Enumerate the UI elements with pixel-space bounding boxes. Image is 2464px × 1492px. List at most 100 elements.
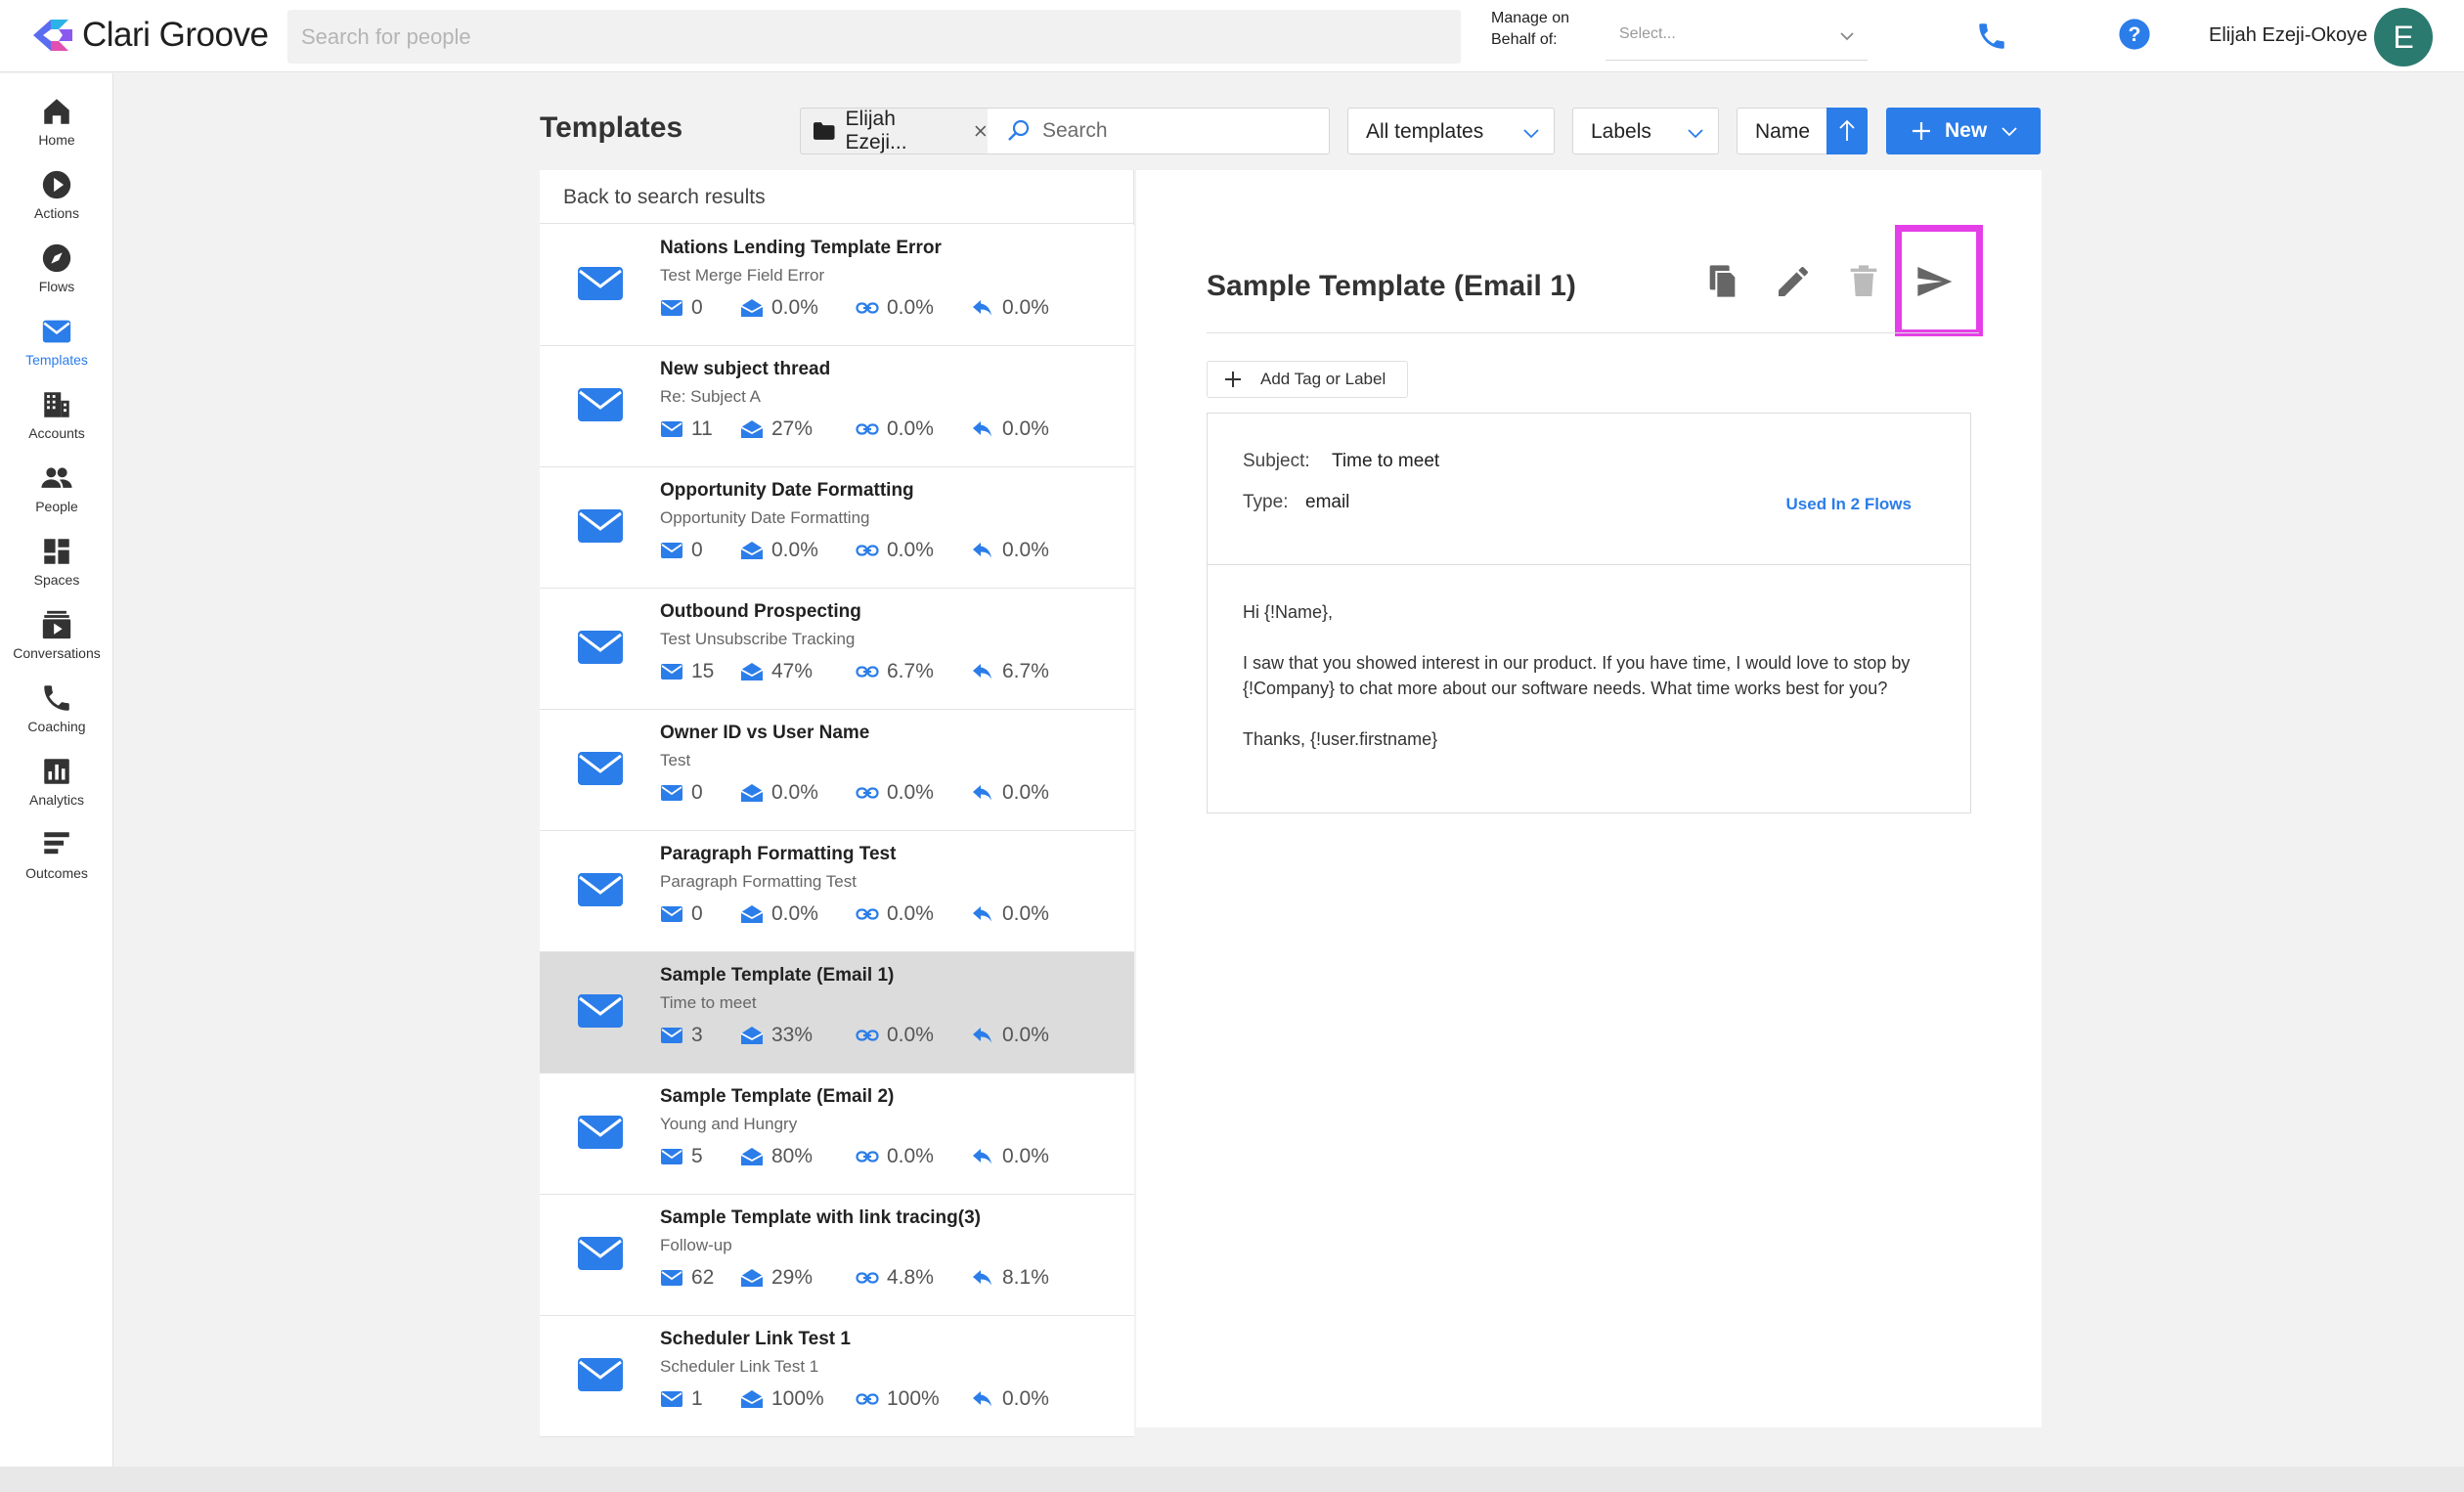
open-rate: 0.0%: [771, 539, 818, 561]
template-search-input[interactable]: [988, 108, 1330, 154]
click-rate: 0.0%: [887, 781, 934, 804]
envelope-icon: [578, 1116, 623, 1149]
link-icon: [856, 423, 879, 435]
reply-rate: 0.0%: [1002, 1387, 1049, 1410]
sidebar-item-coaching[interactable]: Coaching: [0, 681, 113, 734]
envelope-icon: [578, 994, 623, 1028]
edit-icon[interactable]: [1774, 262, 1813, 301]
open-rate: 0.0%: [771, 296, 818, 319]
open-rate: 0.0%: [771, 902, 818, 925]
all-templates-dropdown[interactable]: All templates: [1347, 108, 1555, 154]
user-name[interactable]: Elijah Ezeji-Okoye: [2209, 24, 2367, 47]
folder-filter-chip[interactable]: Elijah Ezeji...: [800, 108, 988, 154]
sent-count: 0: [691, 296, 703, 319]
template-row[interactable]: Sample Template (Email 2) Young and Hung…: [540, 1074, 1134, 1195]
reply-icon: [973, 1270, 991, 1286]
app-logo[interactable]: Clari Groove: [29, 16, 269, 55]
people-search-input[interactable]: [287, 10, 1461, 64]
open-stat: 47%: [740, 660, 813, 683]
reply-icon: [973, 664, 991, 680]
sent-mail-icon: [661, 1270, 682, 1286]
add-tag-button[interactable]: Add Tag or Label: [1207, 361, 1408, 398]
sidebar-item-accounts[interactable]: Accounts: [0, 388, 113, 441]
labels-label: Labels: [1591, 120, 1651, 143]
help-icon[interactable]: ?: [2118, 18, 2151, 51]
reply-icon: [973, 300, 991, 316]
template-stats: 0 0.0% 0.0% 0.0%: [660, 539, 1129, 564]
click-rate: 0.0%: [887, 296, 934, 319]
sent-mail-icon: [661, 785, 682, 801]
sidebar-item-templates[interactable]: Templates: [0, 315, 113, 368]
template-name: Sample Template (Email 2): [660, 1086, 895, 1107]
link-icon: [856, 545, 879, 556]
sidebar-item-home[interactable]: Home: [0, 95, 113, 148]
sidebar-item-actions[interactable]: Actions: [0, 168, 113, 221]
template-row[interactable]: Owner ID vs User Name Test 0 0.0% 0.0% 0…: [540, 710, 1134, 831]
sent-mail-icon: [661, 1391, 682, 1407]
sidebar-item-spaces[interactable]: Spaces: [0, 535, 113, 588]
sent-stat: 0: [660, 539, 703, 562]
sidebar-item-label: Analytics: [28, 792, 85, 808]
template-row[interactable]: Sample Template (Email 1) Time to meet 3…: [540, 952, 1134, 1074]
reply-stat: 0.0%: [971, 296, 1049, 320]
sidebar-item-label: Home: [38, 132, 75, 148]
template-row[interactable]: Opportunity Date Formatting Opportunity …: [540, 467, 1134, 589]
reply-rate: 8.1%: [1002, 1266, 1049, 1289]
sent-stat: 15: [660, 660, 714, 683]
people-icon: [41, 467, 72, 488]
template-row[interactable]: New subject thread Re: Subject A 11 27% …: [540, 346, 1134, 467]
envelope-icon: [578, 752, 623, 785]
back-to-results-link[interactable]: Back to search results: [540, 170, 1134, 224]
click-rate: 0.0%: [887, 539, 934, 561]
click-stat: 0.0%: [856, 1145, 934, 1168]
template-row[interactable]: Outbound Prospecting Test Unsubscribe Tr…: [540, 589, 1134, 710]
sidebar-item-label: Flows: [38, 279, 75, 294]
sidebar-item-flows[interactable]: Flows: [0, 241, 113, 294]
sent-count: 1: [691, 1387, 703, 1410]
sidebar-item-analytics[interactable]: Analytics: [0, 755, 113, 808]
avatar[interactable]: E: [2374, 8, 2433, 66]
template-row[interactable]: Paragraph Formatting Test Paragraph Form…: [540, 831, 1134, 952]
open-rate: 47%: [771, 660, 814, 682]
search-icon: [1008, 119, 1030, 141]
template-row[interactable]: Sample Template with link tracing(3) Fol…: [540, 1195, 1134, 1316]
chevron-down-icon: [1523, 129, 1539, 139]
template-row[interactable]: Nations Lending Template Error Test Merg…: [540, 225, 1134, 346]
svg-text:?: ?: [2129, 22, 2141, 46]
template-row[interactable]: Scheduler Link Test 1 Scheduler Link Tes…: [540, 1316, 1134, 1437]
phone-icon[interactable]: [1975, 20, 2008, 53]
open-stat: 80%: [740, 1145, 813, 1168]
template-name: Owner ID vs User Name: [660, 723, 870, 743]
close-icon[interactable]: [974, 124, 988, 138]
opened-mail-icon: [740, 299, 764, 317]
copy-icon[interactable]: [1703, 262, 1742, 301]
home-icon: [44, 99, 69, 124]
link-icon: [856, 908, 879, 920]
sidebar-item-conversations[interactable]: Conversations: [0, 608, 113, 661]
new-template-button[interactable]: New: [1886, 108, 2041, 154]
behalf-select[interactable]: Select...: [1606, 14, 1868, 61]
labels-dropdown[interactable]: Labels: [1572, 108, 1719, 154]
sent-mail-icon: [661, 1028, 682, 1043]
chevron-down-icon: [2002, 127, 2017, 137]
add-tag-label: Add Tag or Label: [1260, 370, 1386, 388]
top-bar: Clari Groove Manage on Behalf of: Select…: [0, 0, 2464, 72]
reply-stat: 0.0%: [971, 1024, 1049, 1047]
reply-stat: 0.0%: [971, 539, 1049, 562]
sort-direction-button[interactable]: [1826, 108, 1868, 154]
delete-icon[interactable]: [1844, 262, 1883, 301]
template-name: New subject thread: [660, 359, 831, 379]
divider: [1207, 332, 1979, 333]
open-stat: 0.0%: [740, 902, 818, 926]
reply-icon: [973, 785, 991, 801]
sidebar-item-people[interactable]: People: [0, 461, 113, 514]
link-icon: [856, 1151, 879, 1163]
click-rate: 0.0%: [887, 1024, 934, 1046]
sent-count: 11: [691, 417, 713, 440]
reply-stat: 0.0%: [971, 781, 1049, 805]
sent-stat: 5: [660, 1145, 703, 1168]
sort-field-dropdown[interactable]: Name: [1737, 108, 1828, 154]
used-in-flows-link[interactable]: Used In 2 Flows: [1786, 495, 1912, 514]
reply-stat: 6.7%: [971, 660, 1049, 683]
sidebar-item-outcomes[interactable]: Outcomes: [0, 828, 113, 881]
